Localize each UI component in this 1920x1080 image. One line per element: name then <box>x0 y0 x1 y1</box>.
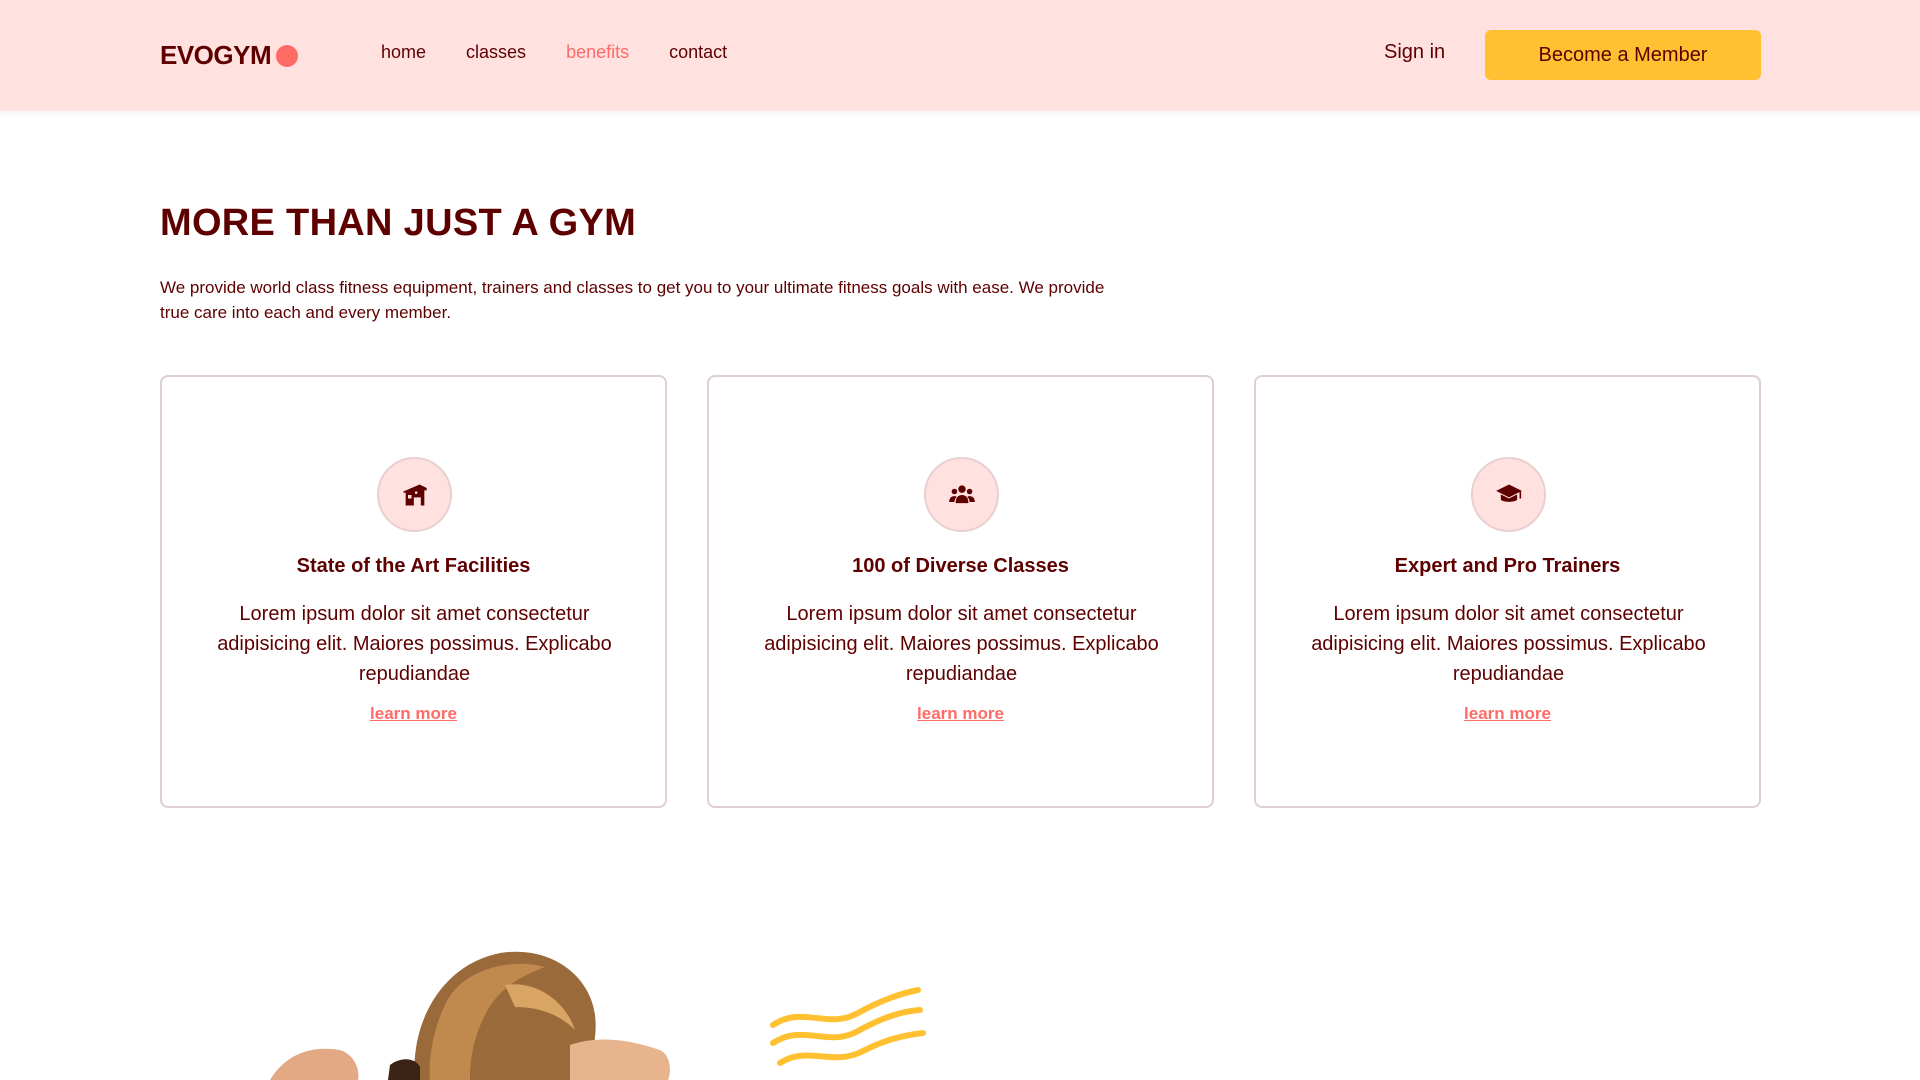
card-icon-circle <box>924 457 999 532</box>
card-title: 100 of Diverse Classes <box>852 555 1069 577</box>
nav-link-classes[interactable]: classes <box>466 42 526 63</box>
woman-exercising-image <box>270 951 670 1080</box>
card-icon-circle <box>1471 457 1546 532</box>
card-text: Lorem ipsum dolor sit amet consectetur a… <box>1311 603 1706 685</box>
user-group-icon <box>948 484 975 503</box>
nav-link-benefits[interactable]: benefits <box>566 42 629 63</box>
benefit-cards: State of the Art Facilities Lorem ipsum … <box>160 375 1761 808</box>
benefit-card: Expert and Pro Trainers Lorem ipsum dolo… <box>1254 375 1761 808</box>
learn-more-link[interactable]: learn more <box>709 704 1212 724</box>
sign-in-link[interactable]: Sign in <box>1384 41 1445 64</box>
home-modern-icon <box>402 484 427 505</box>
become-member-button[interactable]: Become a Member <box>1485 30 1761 80</box>
logo-dot-icon <box>276 44 299 67</box>
card-title: Expert and Pro Trainers <box>1394 555 1621 577</box>
logo-text: EVOGYM <box>160 40 272 70</box>
learn-more-link[interactable]: learn more <box>1256 704 1759 724</box>
card-text: Lorem ipsum dolor sit amet consectetur a… <box>217 603 612 685</box>
benefit-card: 100 of Diverse Classes Lorem ipsum dolor… <box>707 375 1214 808</box>
card-icon-circle <box>377 457 452 532</box>
academic-cap-icon <box>1495 484 1522 502</box>
benefit-card: State of the Art Facilities Lorem ipsum … <box>160 375 667 808</box>
nav-link-contact[interactable]: contact <box>669 42 727 63</box>
section-description: We provide world class fitness equipment… <box>160 278 1105 322</box>
section-title: MORE THAN JUST A GYM <box>160 202 637 244</box>
learn-more-link[interactable]: learn more <box>162 704 665 724</box>
navbar: EVOGYM home classes benefits contact Sig… <box>0 0 1920 111</box>
logo[interactable]: EVOGYM <box>160 40 299 71</box>
decorative-waves-graphic <box>770 987 926 1066</box>
nav-link-home[interactable]: home <box>381 42 426 63</box>
card-text: Lorem ipsum dolor sit amet consectetur a… <box>764 603 1159 685</box>
nav-links: home classes benefits contact <box>381 42 727 63</box>
card-title: State of the Art Facilities <box>296 555 531 577</box>
